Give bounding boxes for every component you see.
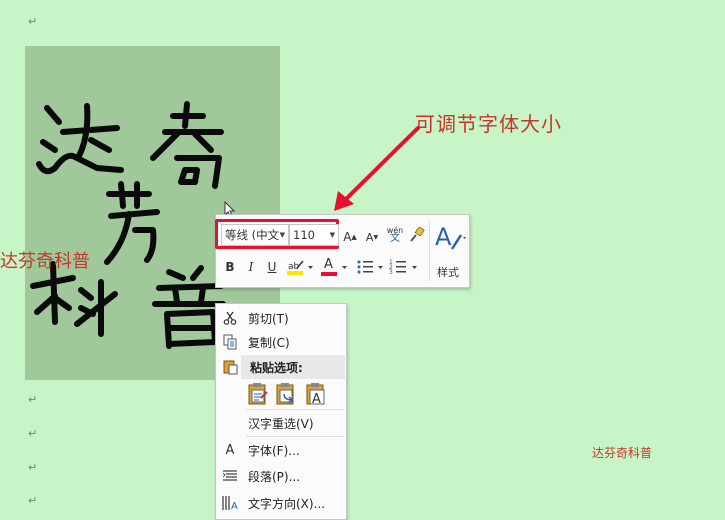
highlight-button[interactable]: ab (286, 257, 316, 277)
svg-text:3: 3 (389, 269, 393, 276)
svg-text:A: A (231, 501, 238, 511)
grow-font-letter: A (343, 230, 352, 244)
font-size-combo[interactable]: 110 ▼ (289, 224, 339, 246)
annotation-label: 可调节字体大小 (415, 112, 562, 136)
paragraph-mark: ↵ (28, 15, 38, 28)
paragraph-icon (221, 467, 239, 485)
italic-button[interactable]: I (244, 257, 258, 277)
styles-label: 样式 (437, 266, 459, 279)
phonetic-guide-button[interactable]: wén 文 (384, 225, 406, 245)
menu-separator (246, 436, 344, 437)
paragraph-mark: ↵ (28, 393, 38, 406)
font-icon: A (225, 442, 235, 458)
font-color-button[interactable]: A (320, 257, 350, 277)
shrink-font-button[interactable]: A ▼ (364, 227, 380, 247)
mini-toolbar: 等线 (中文 ▼ 110 ▼ A ▲ A ▼ wén 文 A 样式 B I U ab (215, 214, 470, 288)
menu-label-reconvert: 汉字重选(V) (248, 416, 314, 431)
paste-text-only-icon: A (306, 383, 325, 407)
menu-item-text-direction[interactable]: A 文字方向(X)... (216, 491, 346, 515)
svg-text:A: A (312, 392, 321, 406)
paste-merge-formatting-button[interactable] (275, 382, 299, 406)
context-menu: 剪切(T) 复制(C) 粘贴选项: A 汉字重选(V) A 字体(F)... 段… (215, 303, 347, 520)
bullets-button[interactable] (356, 257, 386, 277)
bold-button[interactable]: B (223, 257, 237, 277)
paste-icon (221, 358, 239, 376)
font-size-value: 110 (293, 228, 315, 242)
paste-merge-formatting-icon (276, 383, 294, 405)
styles-icon: A (435, 223, 466, 251)
scissors-icon (221, 309, 239, 327)
menu-separator (246, 409, 344, 410)
paragraph-mark: ↵ (28, 427, 38, 440)
font-name-combo[interactable]: 等线 (中文 ▼ (221, 224, 289, 246)
menu-label-paragraph: 段落(P)... (248, 469, 301, 484)
menu-label-font: 字体(F)... (248, 443, 300, 458)
highlighter-icon: ab (287, 260, 313, 275)
format-painter-button[interactable] (408, 225, 426, 245)
shrink-font-letter: A (365, 230, 374, 244)
copy-icon (221, 333, 239, 351)
menu-item-font[interactable]: A 字体(F)... (216, 438, 346, 462)
menu-label-copy: 复制(C) (248, 335, 290, 350)
menu-item-paragraph[interactable]: 段落(P)... (216, 464, 346, 488)
menu-item-cut[interactable]: 剪切(T) (216, 306, 346, 330)
menu-item-reconvert[interactable]: 汉字重选(V) (216, 411, 346, 435)
menu-item-copy[interactable]: 复制(C) (216, 330, 346, 354)
menu-label-paste-options: 粘贴选项: (250, 361, 303, 375)
grow-font-button[interactable]: A ▲ (342, 227, 358, 247)
underline-button[interactable]: U (265, 257, 279, 277)
chevron-down-icon[interactable]: ▼ (280, 231, 288, 239)
styles-button[interactable]: A 样式 (429, 221, 466, 281)
paste-keep-formatting-icon (248, 383, 268, 405)
menu-label-cut: 剪切(T) (248, 311, 289, 326)
menu-label-text-direction: 文字方向(X)... (248, 496, 326, 511)
paste-keep-text-only-button[interactable]: A (305, 382, 329, 407)
inline-text-right: 达芬奇科普 (592, 446, 653, 460)
bullet-list-icon (357, 260, 383, 274)
inline-text-left: 达芬奇科普 (0, 251, 90, 272)
paste-keep-source-formatting-button[interactable] (247, 382, 271, 406)
paste-options-header: 粘贴选项: (241, 355, 345, 379)
svg-text:A: A (435, 223, 452, 251)
paragraph-mark: ↵ (28, 461, 38, 474)
numbering-button[interactable]: 1 2 3 (389, 257, 421, 277)
font-color-letter: A (324, 257, 333, 272)
paragraph-mark: ↵ (28, 494, 38, 507)
text-direction-icon: A (221, 494, 239, 512)
font-name-value: 等线 (中文 (225, 228, 280, 242)
chevron-down-icon[interactable]: ▼ (330, 231, 338, 239)
format-painter-icon (410, 227, 425, 242)
numbered-list-icon: 1 2 3 (389, 259, 417, 276)
phonetic-bottom: 文 (390, 233, 400, 244)
